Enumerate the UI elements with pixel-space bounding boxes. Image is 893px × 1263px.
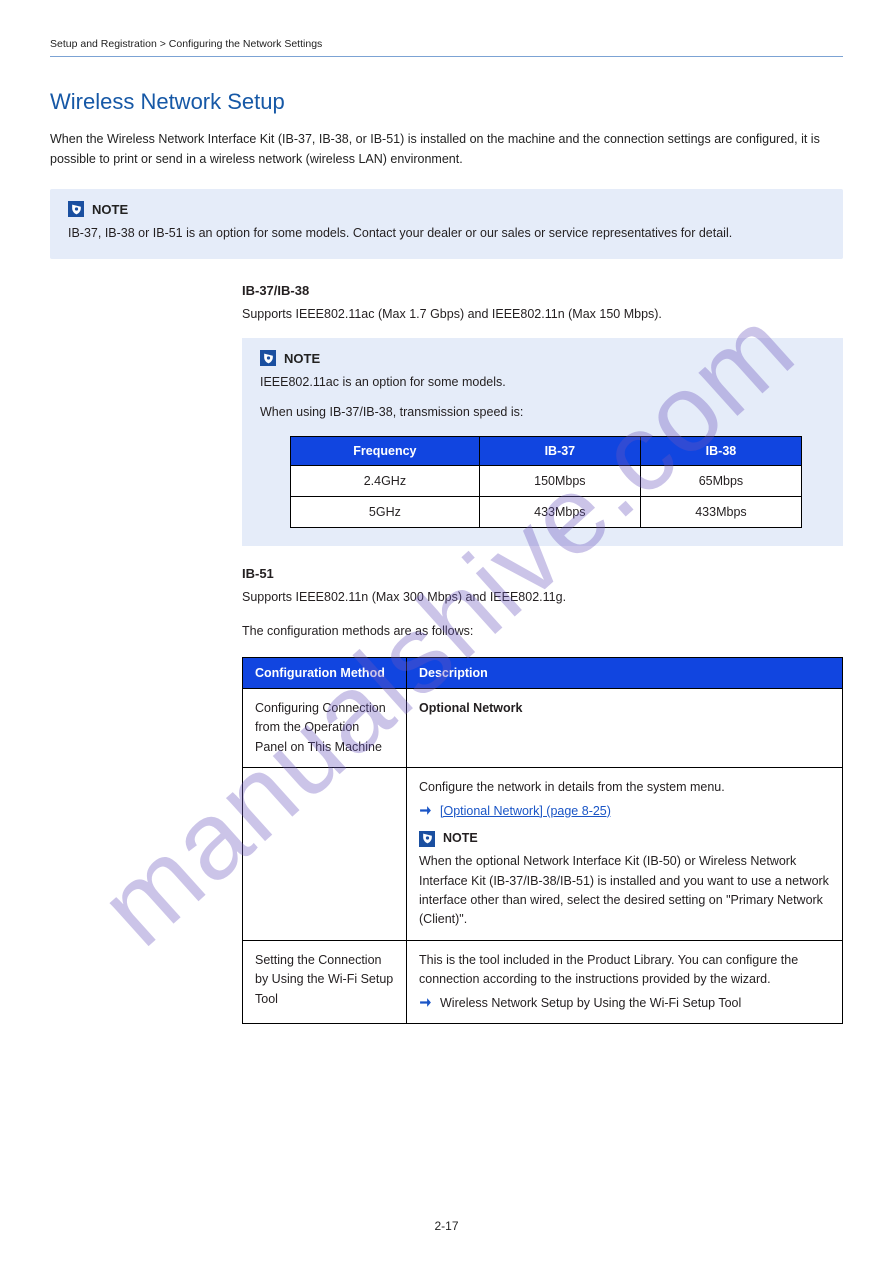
speed-th-freq: Frequency (291, 437, 480, 466)
config-desc-cell: Configure the network in details from th… (407, 768, 843, 941)
note-title: NOTE (92, 202, 128, 217)
sub-note-body-2: When using IB-37/IB-38, transmission spe… (260, 402, 825, 422)
config-th-desc: Description (407, 658, 843, 689)
sub-note-header: NOTE (260, 350, 825, 366)
reference-row: [Optional Network] (page 8-25) (419, 802, 830, 821)
speed-th-ib38: IB-38 (640, 437, 801, 466)
reference-row: Wireless Network Setup by Using the Wi-F… (419, 994, 830, 1013)
reference-link[interactable]: [Optional Network] (page 8-25) (440, 802, 611, 821)
speed-table: Frequency IB-37 IB-38 2.4GHz 150Mbps 65M… (290, 436, 802, 528)
page-heading: Wireless Network Setup (50, 89, 843, 115)
td-note-header: NOTE (419, 829, 830, 848)
indent-block: IB-37/IB-38 Supports IEEE802.11ac (Max 1… (242, 283, 843, 1024)
cell: 65Mbps (640, 466, 801, 497)
table-row: Configuring Connection from the Operatio… (243, 689, 843, 768)
intro-text: When the Wireless Network Interface Kit … (50, 129, 843, 169)
cell: 433Mbps (640, 497, 801, 528)
note-icon (68, 201, 84, 217)
desc-body: Configure the network in details from th… (419, 778, 830, 797)
config-item-cell: Setting the Connection by Using the Wi-F… (243, 940, 407, 1023)
term-ib51-desc: Supports IEEE802.11n (Max 300 Mbps) and … (242, 587, 843, 607)
note-header: NOTE (68, 201, 825, 217)
term-desc: Supports IEEE802.11ac (Max 1.7 Gbps) and… (242, 304, 843, 324)
arrow-right-icon (419, 997, 432, 1008)
td-note-body: When the optional Network Interface Kit … (419, 852, 830, 930)
note-body: IB-37, IB-38 or IB-51 is an option for s… (68, 223, 825, 243)
page-number: 2-17 (0, 1219, 893, 1233)
reference-text: Wireless Network Setup by Using the Wi-F… (440, 994, 741, 1013)
arrow-right-icon (419, 805, 432, 816)
breadcrumb: Setup and Registration > Configuring the… (50, 38, 843, 50)
term-ib37: IB-37/IB-38 (242, 283, 843, 298)
desc-subtitle: Optional Network (419, 701, 522, 715)
config-item-cell-empty (243, 768, 407, 941)
cell: 2.4GHz (291, 466, 480, 497)
sub-note-box: NOTE IEEE802.11ac is an option for some … (242, 338, 843, 546)
cell: 150Mbps (479, 466, 640, 497)
table-row: Configure the network in details from th… (243, 768, 843, 941)
note-icon (419, 831, 435, 847)
sub-note-title: NOTE (284, 351, 320, 366)
sub-note-body-1: IEEE802.11ac is an option for some model… (260, 372, 825, 392)
header-divider (50, 56, 843, 57)
td-note-title: NOTE (443, 829, 478, 848)
note-box-main: NOTE IB-37, IB-38 or IB-51 is an option … (50, 189, 843, 259)
config-desc-cell: This is the tool included in the Product… (407, 940, 843, 1023)
config-table: Configuration Method Description Configu… (242, 657, 843, 1024)
cell: 5GHz (291, 497, 480, 528)
term-ib51: IB-51 (242, 566, 843, 581)
config-desc-cell: Optional Network (407, 689, 843, 768)
table-row: 2.4GHz 150Mbps 65Mbps (291, 466, 802, 497)
config-th-method: Configuration Method (243, 658, 407, 689)
cell: 433Mbps (479, 497, 640, 528)
table-row: Setting the Connection by Using the Wi-F… (243, 940, 843, 1023)
config-item-cell: Configuring Connection from the Operatio… (243, 689, 407, 768)
note-icon (260, 350, 276, 366)
desc-body: This is the tool included in the Product… (419, 951, 830, 990)
speed-th-ib37: IB-37 (479, 437, 640, 466)
table-row: 5GHz 433Mbps 433Mbps (291, 497, 802, 528)
config-intro: The configuration methods are as follows… (242, 621, 843, 641)
